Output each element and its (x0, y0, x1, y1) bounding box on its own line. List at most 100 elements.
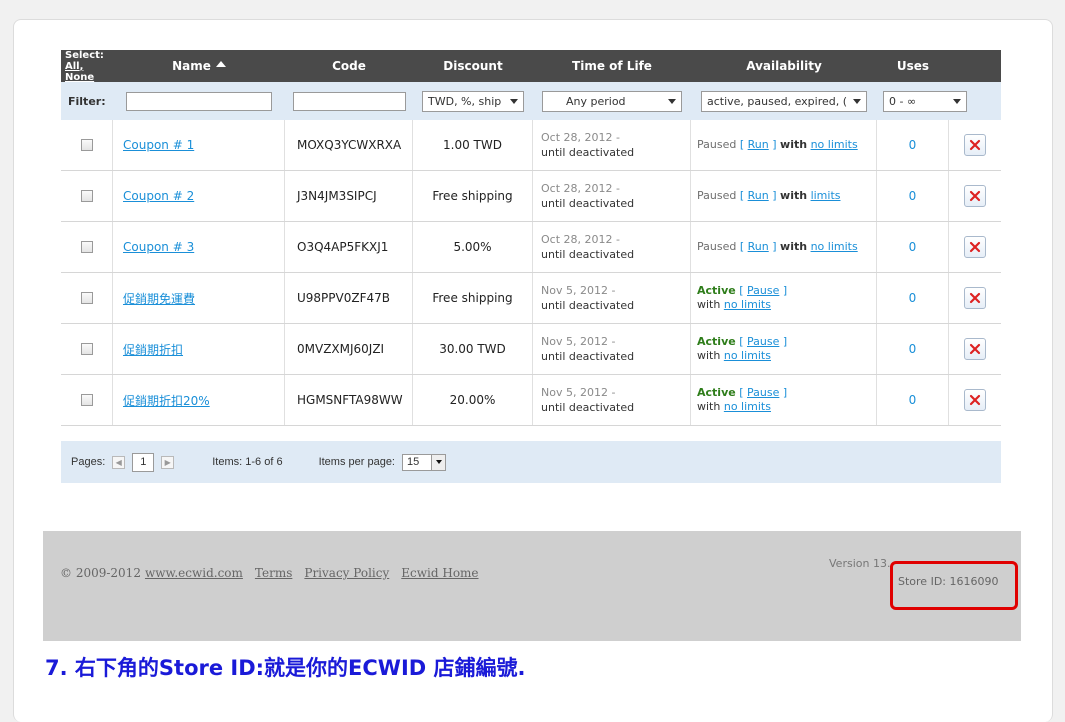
close-icon (969, 190, 981, 202)
coupon-name-link[interactable]: 促銷期免運費 (123, 290, 195, 307)
column-header-code[interactable]: Code (285, 50, 413, 82)
privacy-policy-link[interactable]: Privacy Policy (304, 566, 389, 580)
table-body: Coupon # 1 MOXQ3YCWXRXA 1.00 TWD Oct 28, 20… (61, 120, 1001, 426)
coupon-code: U98PPV0ZF47B (285, 273, 413, 323)
status-text: Active (697, 335, 736, 348)
coupon-discount: 5.00% (413, 222, 533, 272)
row-checkbox[interactable] (80, 139, 93, 151)
column-header-delete (949, 50, 1001, 82)
run-link[interactable]: Run (748, 240, 769, 253)
delete-button[interactable] (964, 338, 986, 360)
items-per-page-select[interactable]: 15 (402, 453, 446, 471)
uses-count[interactable]: 0 (877, 171, 949, 221)
ecwid-site-link[interactable]: www.ecwid.com (145, 566, 243, 580)
discount-type-select[interactable]: TWD, %, ship (422, 90, 524, 112)
status-text: Paused (697, 138, 737, 151)
uses-count[interactable]: 0 (877, 324, 949, 374)
row-checkbox[interactable] (80, 241, 93, 253)
limits-link[interactable]: no limits (724, 349, 771, 362)
with-text: with (780, 240, 808, 253)
chevron-down-icon (435, 460, 442, 464)
status-text: Paused (697, 240, 737, 253)
uses-count[interactable]: 0 (877, 120, 949, 170)
store-footer: © 2009-2012 www.ecwid.com Terms Privacy Pol… (43, 531, 1021, 641)
chevron-down-icon (953, 98, 961, 104)
limits-link[interactable]: no limits (724, 298, 771, 311)
filter-label: Filter: (68, 94, 106, 108)
next-page-icon[interactable]: ▶ (161, 455, 175, 469)
limits-link[interactable]: limits (811, 189, 841, 203)
coupon-name-link[interactable]: 促銷期折扣 (123, 341, 183, 358)
delete-button[interactable] (964, 236, 986, 258)
end-date: until deactivated (541, 197, 635, 210)
pause-link[interactable]: Pause (747, 284, 779, 297)
end-date: until deactivated (541, 299, 635, 312)
coupon-code: J3N4JM3SIPCJ (285, 171, 413, 221)
name-filter-input[interactable] (126, 91, 272, 111)
uses-count[interactable]: 0 (877, 222, 949, 272)
coupon-name-link[interactable]: Coupon # 2 (123, 189, 194, 203)
uses-count[interactable]: 0 (877, 273, 949, 323)
coupon-discount: Free shipping (413, 171, 533, 221)
column-header-uses[interactable]: Uses (877, 50, 949, 82)
coupons-table: Select: All, None Name Code Discount Tim… (61, 50, 1001, 426)
pagination-bar: Pages: ◀ 1 ▶ Items: 1-6 of 6 Items per p… (61, 441, 1001, 483)
delete-button[interactable] (964, 185, 986, 207)
select-none-link[interactable]: None (65, 72, 94, 83)
uses-count[interactable]: 0 (877, 375, 949, 425)
pause-link[interactable]: Pause (747, 335, 779, 348)
coupon-name-link[interactable]: 促銷期折扣20% (123, 392, 210, 409)
delete-button[interactable] (964, 134, 986, 156)
availability-cell: Active [ Pause ] with no limits (691, 375, 877, 425)
availability-select[interactable]: active, paused, expired, ( (701, 90, 867, 112)
table-row: 促銷期折扣 0MVZXMJ60JZI 30.00 TWD Nov 5, 2012 - u… (61, 324, 1001, 375)
with-text: with (697, 298, 721, 311)
delete-button[interactable] (964, 389, 986, 411)
current-page-number[interactable]: 1 (132, 452, 155, 472)
footer-links: © 2009-2012 www.ecwid.com Terms Privacy Pol… (60, 566, 479, 580)
code-filter-input[interactable] (292, 91, 406, 111)
table-row: Coupon # 2 J3N4JM3SIPCJ Free shipping Oct 2… (61, 171, 1001, 222)
column-header-name[interactable]: Name (113, 50, 285, 82)
pause-link[interactable]: Pause (747, 386, 779, 399)
terms-link[interactable]: Terms (255, 566, 292, 580)
row-checkbox[interactable] (80, 292, 93, 304)
run-link[interactable]: Run (748, 138, 769, 151)
coupon-name-link[interactable]: Coupon # 3 (123, 240, 194, 254)
coupon-code: 0MVZXMJ60JZI (285, 324, 413, 374)
with-text: with (697, 400, 721, 413)
select-label: Select: (65, 49, 104, 61)
availability-cell: Active [ Pause ] with no limits (691, 273, 877, 323)
coupon-discount: 30.00 TWD (413, 324, 533, 374)
row-checkbox[interactable] (80, 343, 93, 355)
prev-page-icon[interactable]: ◀ (112, 455, 126, 469)
items-per-page-label: Items per page: (318, 456, 395, 468)
chevron-down-icon (510, 98, 518, 104)
coupon-name-link[interactable]: Coupon # 1 (123, 138, 194, 152)
start-date: Oct 28, 2012 - (541, 233, 620, 246)
column-header-time-of-life[interactable]: Time of Life (533, 50, 691, 82)
close-icon (969, 394, 981, 406)
copyright-text: © 2009-2012 (60, 566, 141, 580)
coupon-discount: 20.00% (413, 375, 533, 425)
limits-link[interactable]: no limits (811, 138, 858, 152)
column-header-discount[interactable]: Discount (413, 50, 533, 82)
run-link[interactable]: Run (748, 189, 769, 202)
coupon-code: O3Q4AP5FKXJ1 (285, 222, 413, 272)
row-checkbox[interactable] (80, 394, 93, 406)
coupon-code: MOXQ3YCWXRXA (285, 120, 413, 170)
select-all-link[interactable]: All (65, 61, 80, 72)
availability-cell: Paused [ Run ] with no limits (691, 222, 877, 272)
limits-link[interactable]: no limits (811, 240, 858, 254)
period-select[interactable]: Any period (542, 90, 682, 112)
limits-link[interactable]: no limits (724, 400, 771, 413)
row-checkbox[interactable] (80, 190, 93, 202)
close-icon (969, 241, 981, 253)
status-text: Paused (697, 189, 737, 202)
uses-select[interactable]: 0 - ∞ (883, 90, 967, 112)
column-header-availability[interactable]: Availability (691, 50, 877, 82)
with-text: with (697, 349, 721, 362)
items-count: Items: 1-6 of 6 (212, 456, 283, 468)
ecwid-home-link[interactable]: Ecwid Home (401, 566, 478, 580)
delete-button[interactable] (964, 287, 986, 309)
